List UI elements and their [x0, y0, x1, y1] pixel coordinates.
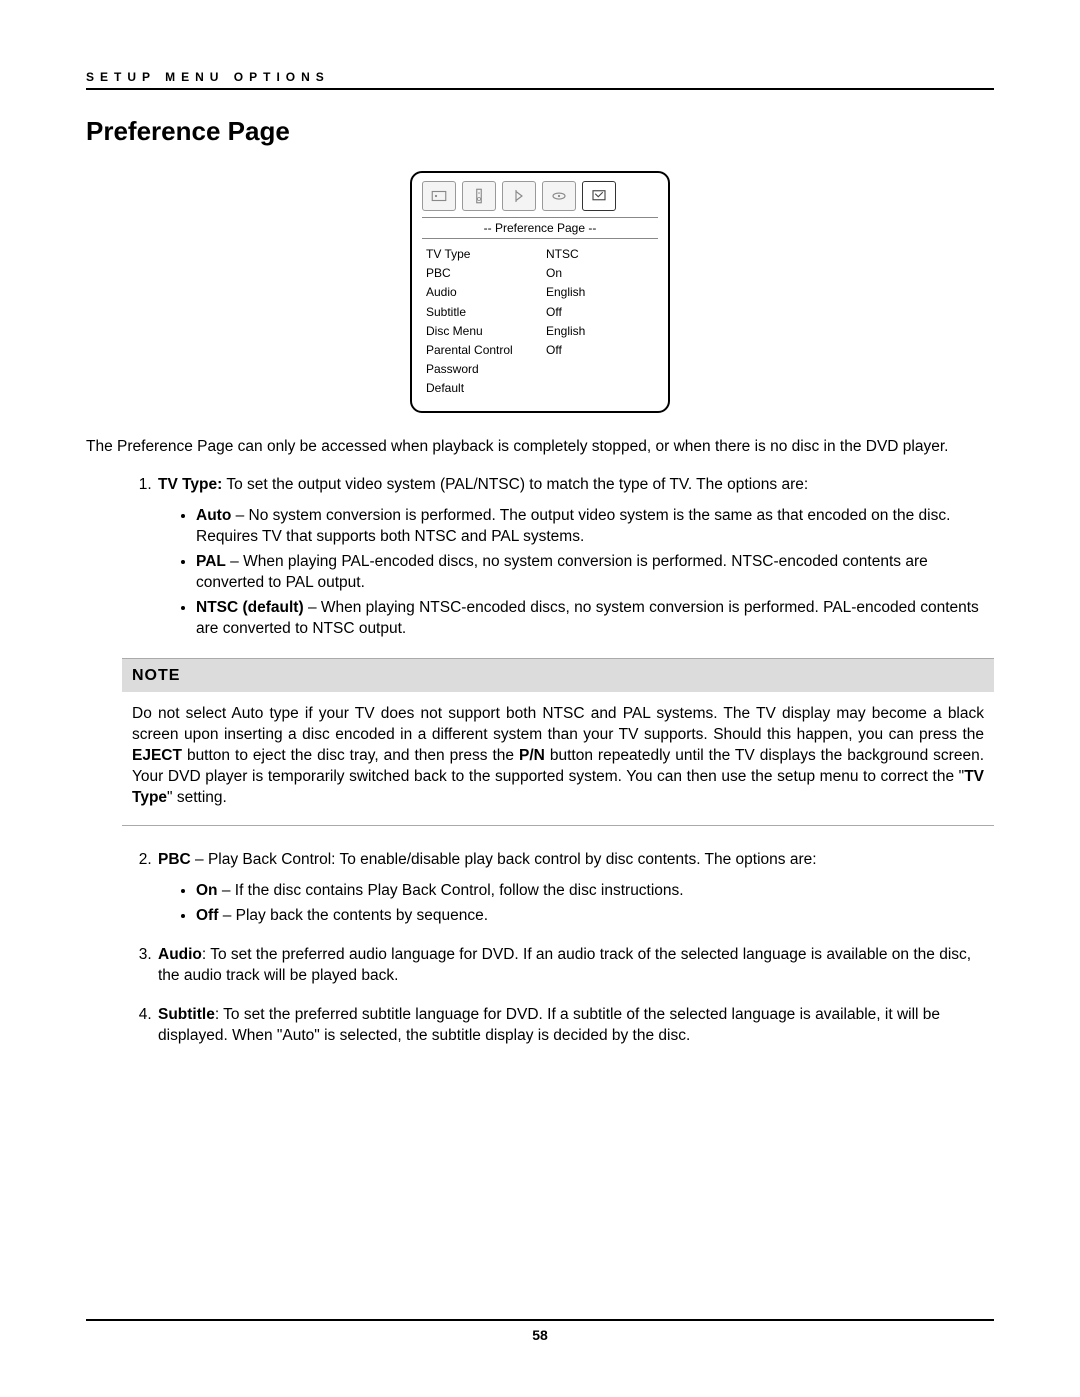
osd-menu-panel: -- Preference Page -- TV TypeNTSC PBCOn … [410, 171, 670, 413]
osd-row-pbc: PBCOn [426, 264, 654, 283]
item-subtitle: Subtitle: To set the preferred subtitle … [156, 1005, 994, 1047]
general-tab-icon [422, 181, 456, 211]
osd-row-default: Default [426, 379, 654, 398]
pbc-options: On – If the disc contains Play Back Cont… [158, 881, 994, 927]
opt-pal: PAL – When playing PAL-encoded discs, no… [196, 552, 994, 594]
preference-tab-icon [582, 181, 616, 211]
opt-ntsc: NTSC (default) – When playing NTSC-encod… [196, 598, 994, 640]
video-tab-icon [542, 181, 576, 211]
osd-row-subtitle: SubtitleOff [426, 303, 654, 322]
item-tvtype: TV Type: To set the output video system … [156, 475, 994, 639]
note-box: NOTE Do not select Auto type if your TV … [122, 658, 994, 826]
numbered-list-cont: PBC – Play Back Control: To enable/disab… [86, 850, 994, 1046]
section-header: SETUP MENU OPTIONS [86, 70, 994, 84]
header-rule [86, 88, 994, 90]
opt-auto: Auto – No system conversion is performed… [196, 506, 994, 548]
item-audio: Audio: To set the preferred audio langua… [156, 945, 994, 987]
footer-rule [86, 1319, 994, 1321]
osd-tab-row [422, 181, 658, 211]
audio-tab-icon [502, 181, 536, 211]
osd-row-discmenu: Disc MenuEnglish [426, 322, 654, 341]
numbered-list: TV Type: To set the output video system … [86, 475, 994, 639]
osd-row-audio: AudioEnglish [426, 283, 654, 302]
note-heading: NOTE [122, 659, 994, 693]
body-content: The Preference Page can only be accessed… [86, 437, 994, 1047]
page-footer: 58 [86, 1319, 994, 1343]
speaker-tab-icon [462, 181, 496, 211]
osd-row-parental: Parental ControlOff [426, 341, 654, 360]
page-number: 58 [86, 1327, 994, 1343]
osd-row-tvtype: TV TypeNTSC [426, 245, 654, 264]
opt-pbc-on: On – If the disc contains Play Back Cont… [196, 881, 994, 902]
tvtype-options: Auto – No system conversion is performed… [158, 506, 994, 640]
osd-menu-figure: -- Preference Page -- TV TypeNTSC PBCOn … [410, 171, 670, 413]
page-title: Preference Page [86, 116, 994, 147]
opt-pbc-off: Off – Play back the contents by sequence… [196, 906, 994, 927]
item-pbc: PBC – Play Back Control: To enable/disab… [156, 850, 994, 927]
osd-menu-list: TV TypeNTSC PBCOn AudioEnglish SubtitleO… [422, 245, 658, 399]
osd-menu-title: -- Preference Page -- [422, 217, 658, 239]
document-page: SETUP MENU OPTIONS Preference Page [0, 0, 1080, 1397]
note-body: Do not select Auto type if your TV does … [122, 692, 994, 825]
intro-paragraph: The Preference Page can only be accessed… [86, 437, 994, 458]
osd-row-password: Password [426, 360, 654, 379]
